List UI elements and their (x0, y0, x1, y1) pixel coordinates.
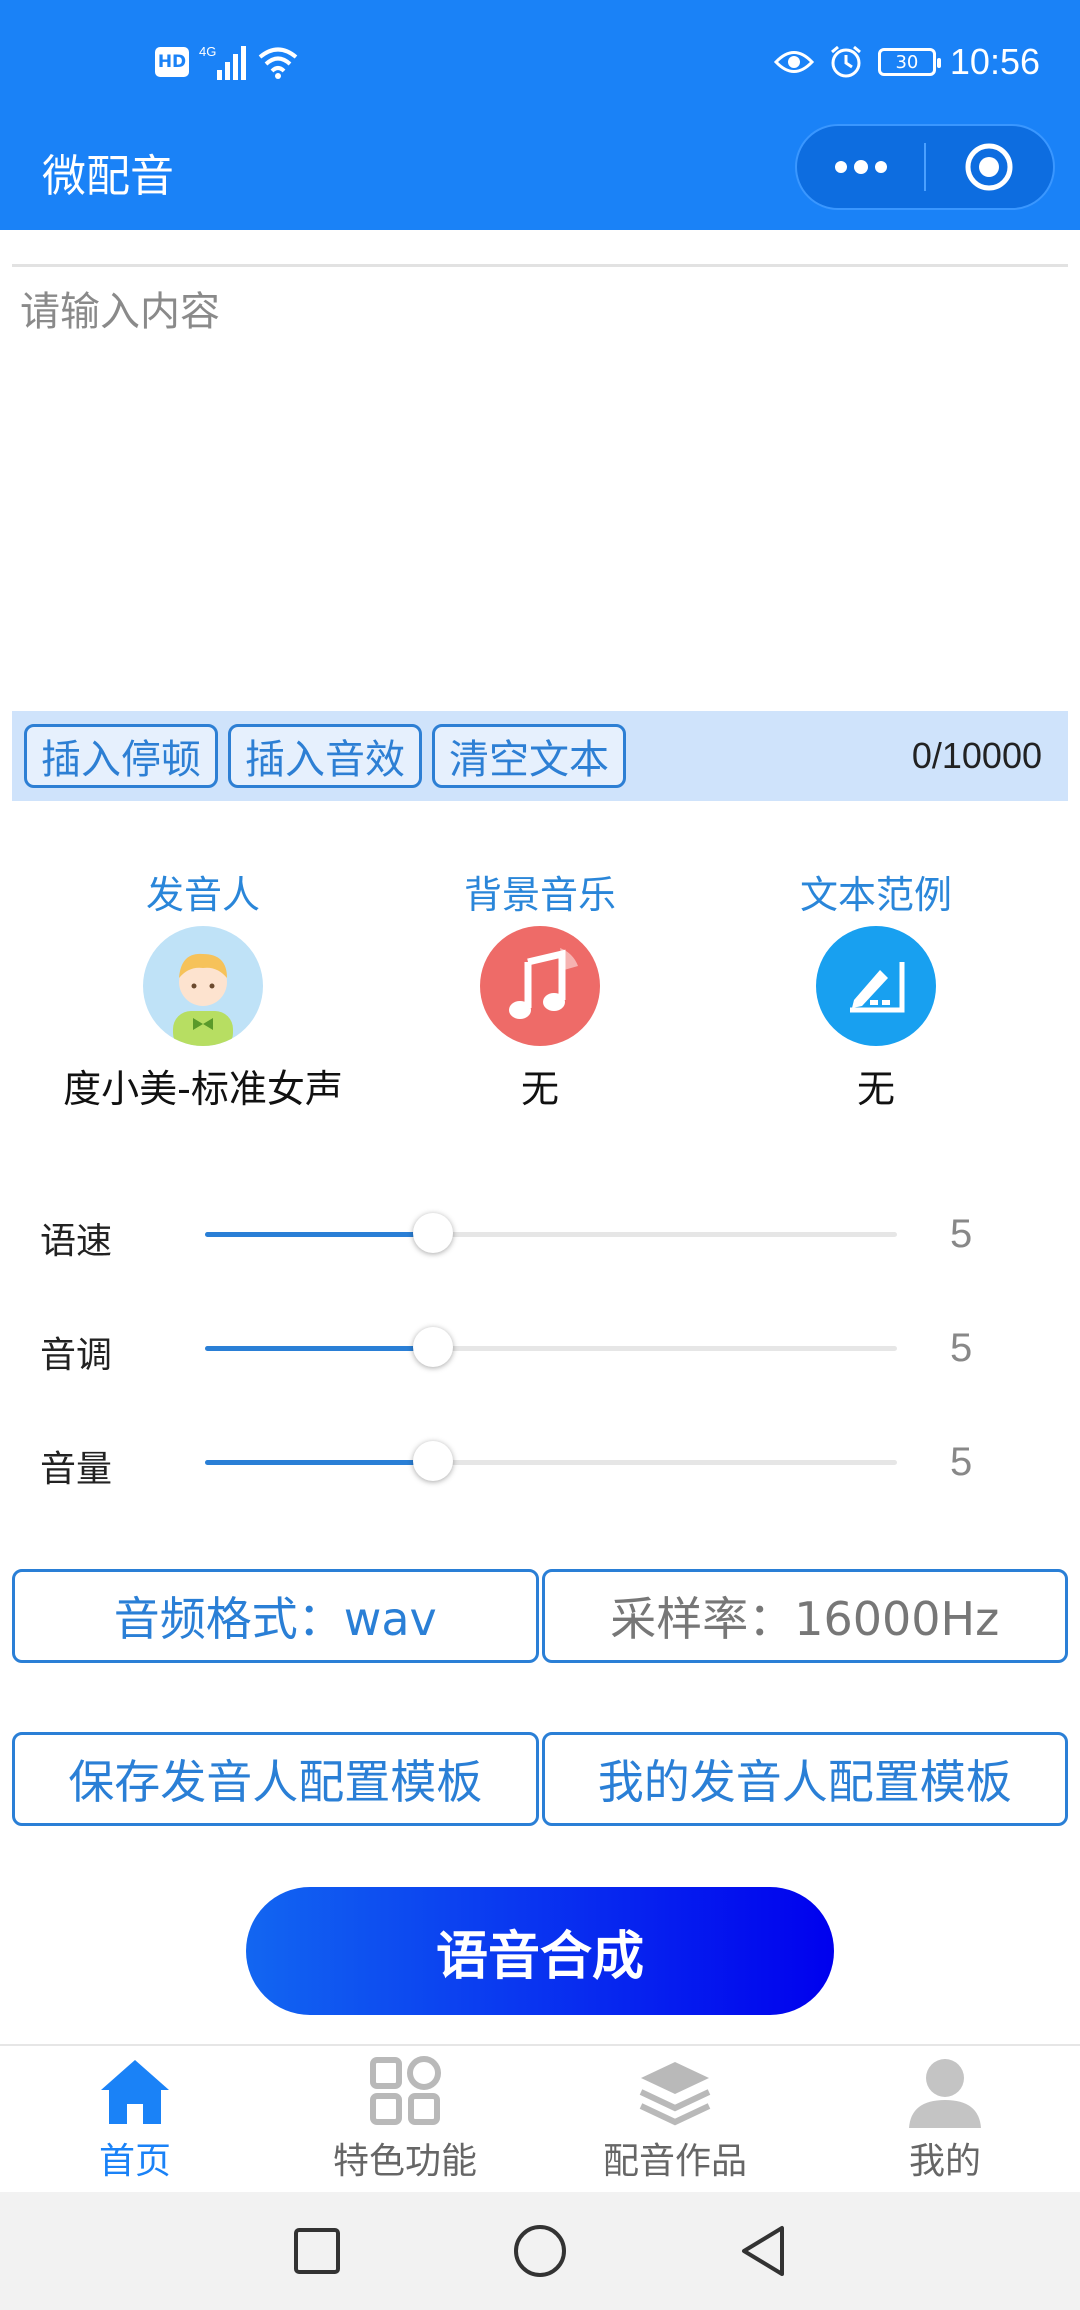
tab-works[interactable]: 配音作品 (540, 2046, 810, 2192)
avatar-icon (143, 926, 263, 1046)
slider-volume: 音量 5 (0, 1422, 1080, 1502)
tab-label: 配音作品 (602, 2141, 747, 2182)
slider-track[interactable] (205, 1441, 897, 1481)
eye-icon (773, 51, 814, 73)
slider-speed: 语速 5 (0, 1194, 1080, 1274)
tab-label: 特色功能 (332, 2141, 477, 2182)
option-value: 无 (856, 1067, 895, 1111)
char-counter: 0/10000 (911, 735, 1042, 776)
slider-pitch: 音调 5 (0, 1308, 1080, 1388)
sample-rate-button[interactable]: 采样率：16000Hz (541, 1569, 1068, 1663)
home-icon (101, 2060, 169, 2124)
slider-value: 5 (950, 1440, 973, 1484)
back-icon[interactable] (738, 2224, 788, 2278)
target-icon (965, 143, 1013, 191)
slider-fill (205, 1346, 434, 1351)
template-row: 保存发音人配置模板 我的发音人配置模板 (12, 1732, 1068, 1826)
tab-bar: 首页 特色功能 配音作品 我的 (0, 2044, 1080, 2192)
signal-icon: 4G (199, 44, 246, 80)
tab-home[interactable]: 首页 (0, 2046, 270, 2192)
top-bar: HD 4G 30 10:56 微配音 (0, 0, 1080, 230)
slider-label: 音量 (40, 1449, 113, 1490)
insert-sound-effect-button[interactable]: 插入音效 (228, 724, 422, 788)
edit-icon (816, 926, 936, 1046)
grid-icon (370, 2056, 441, 2125)
app-title: 微配音 (42, 151, 174, 202)
synthesize-button[interactable]: 语音合成 (246, 1887, 834, 2015)
system-nav-bar (0, 2192, 1080, 2310)
option-value: 无 (520, 1067, 559, 1111)
slider-thumb[interactable] (413, 1213, 454, 1253)
more-button[interactable] (797, 126, 924, 208)
audio-format-button[interactable]: 音频格式：wav (12, 1569, 539, 1663)
layers-icon (639, 2062, 711, 2126)
music-note-icon (480, 926, 600, 1046)
slider-value: 5 (950, 1212, 973, 1256)
tab-label: 我的 (908, 2141, 981, 2182)
option-background-music[interactable]: 背景音乐 无 (370, 870, 710, 1113)
slider-label: 语速 (40, 1221, 113, 1262)
home-circle-icon[interactable] (512, 2223, 568, 2279)
editor-toolbar: 插入停顿 插入音效 清空文本 0/10000 (12, 711, 1068, 801)
close-miniprogram-button[interactable] (926, 126, 1053, 208)
save-template-button[interactable]: 保存发音人配置模板 (12, 1732, 539, 1826)
option-title: 发音人 (145, 873, 260, 917)
slider-fill (205, 1232, 434, 1237)
more-dots-icon (834, 160, 887, 174)
slider-track[interactable] (205, 1327, 897, 1367)
status-left: HD 4G (155, 40, 299, 84)
option-speaker[interactable]: 发音人 度小美-标准女声 (33, 870, 373, 1113)
tab-label: 首页 (98, 2141, 171, 2182)
network-label: 4G (199, 44, 216, 59)
recent-apps-icon[interactable] (292, 2226, 342, 2276)
option-text-sample[interactable]: 文本范例 无 (706, 870, 1046, 1113)
slider-label: 音调 (40, 1335, 113, 1376)
content-input[interactable] (12, 267, 1068, 711)
insert-pause-button[interactable]: 插入停顿 (24, 724, 218, 788)
slider-track[interactable] (205, 1213, 897, 1253)
slider-fill (205, 1460, 434, 1465)
tab-features[interactable]: 特色功能 (270, 2046, 540, 2192)
voice-options: 发音人 度小美-标准女声 背景音乐 无 文本范例 无 (0, 870, 1080, 1120)
my-templates-button[interactable]: 我的发音人配置模板 (541, 1732, 1068, 1826)
hd-badge: HD (155, 47, 189, 77)
miniprogram-capsule (795, 124, 1055, 210)
slider-value: 5 (950, 1326, 973, 1370)
clear-text-button[interactable]: 清空文本 (432, 724, 626, 788)
alarm-icon (830, 45, 861, 78)
person-icon (909, 2059, 981, 2128)
battery-indicator: 30 (877, 48, 941, 76)
wifi-icon (258, 47, 298, 79)
option-value: 度小美-标准女声 (63, 1067, 343, 1111)
format-row: 音频格式：wav 采样率：16000Hz (12, 1569, 1068, 1663)
content-editor (12, 264, 1068, 711)
option-title: 文本范例 (799, 873, 952, 917)
status-time: 10:56 (949, 41, 1040, 82)
slider-thumb[interactable] (413, 1441, 454, 1481)
tab-mine[interactable]: 我的 (810, 2046, 1080, 2192)
option-title: 背景音乐 (463, 873, 616, 917)
status-right: 30 10:56 (773, 36, 1040, 88)
slider-thumb[interactable] (413, 1327, 454, 1367)
